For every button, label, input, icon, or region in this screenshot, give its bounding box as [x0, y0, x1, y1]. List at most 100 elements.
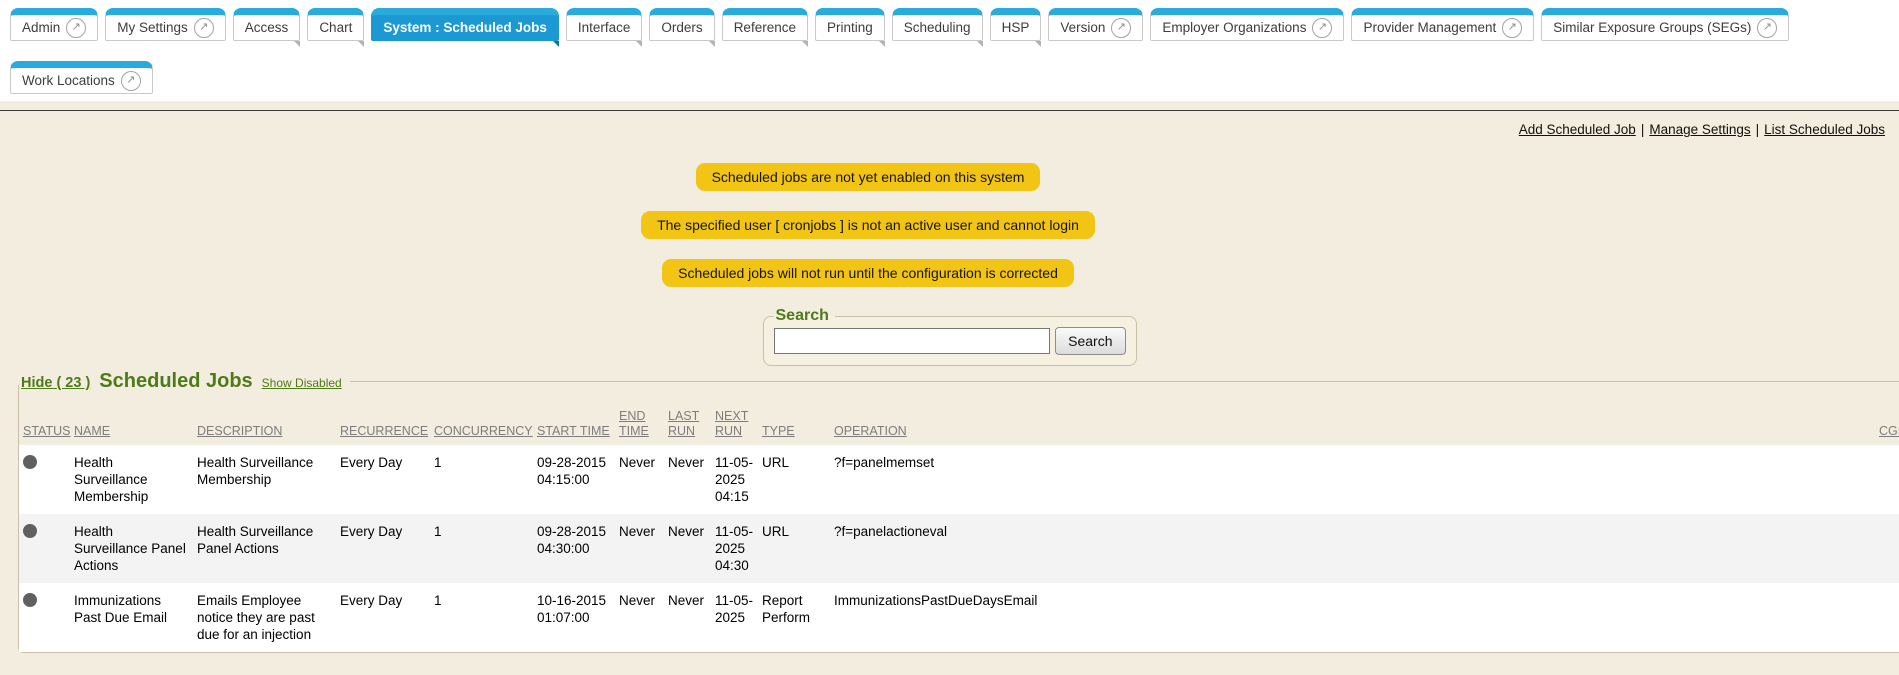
add-scheduled-job-link[interactable]: Add Scheduled Job	[1519, 122, 1636, 137]
tab-access[interactable]: Access	[233, 8, 301, 41]
job-last-run-cell: Never	[668, 514, 715, 583]
popout-icon[interactable]: ↗	[1111, 18, 1131, 38]
job-description-cell: Health Surveillance Panel Actions	[197, 514, 340, 583]
popout-icon[interactable]: ↗	[66, 18, 86, 38]
job-type-cell: Report Perform	[762, 583, 834, 652]
job-name-cell: Immunizations Past Due Email	[74, 583, 197, 652]
tab-label: Orders	[661, 20, 702, 35]
scheduled-jobs-panel: Hide ( 23 ) Scheduled Jobs Show Disabled…	[18, 370, 1899, 653]
column-header-cgi[interactable]: CGI	[1879, 424, 1899, 438]
column-header-operation[interactable]: OPERATION	[834, 424, 907, 438]
tab-work-locations[interactable]: Work Locations ↗	[10, 61, 153, 94]
column-header-type[interactable]: TYPE	[762, 424, 795, 438]
header-divider	[0, 110, 1899, 111]
popout-icon[interactable]: ↗	[121, 71, 141, 91]
job-cgi-cell	[1879, 583, 1899, 652]
tab-version[interactable]: Version ↗	[1048, 8, 1143, 41]
tab-label: HSP	[1002, 20, 1030, 35]
table-header-row: STATUS NAME DESCRIPTION RECURRENCE CONCU…	[19, 395, 1899, 445]
job-recurrence-cell: Every Day	[340, 445, 434, 514]
tab-printing[interactable]: Printing	[815, 8, 885, 41]
job-operation-cell: ImmunizationsPastDueDaysEmail	[834, 583, 1879, 652]
column-header-last-run[interactable]: LAST RUN	[668, 409, 699, 438]
list-scheduled-jobs-link[interactable]: List Scheduled Jobs	[1764, 122, 1885, 137]
job-start-time-cell: 09-28-2015 04:15:00	[537, 445, 619, 514]
tab-chart[interactable]: Chart	[307, 8, 364, 41]
tab-system-scheduled-jobs[interactable]: System : Scheduled Jobs	[371, 8, 559, 41]
job-start-time-cell: 09-28-2015 04:30:00	[537, 514, 619, 583]
tab-employer-organizations[interactable]: Employer Organizations ↗	[1150, 8, 1344, 41]
tab-admin[interactable]: Admin ↗	[10, 8, 98, 41]
main-tab-bar: Admin ↗ My Settings ↗ Access Chart Syste…	[0, 0, 1899, 101]
tab-label: Scheduling	[904, 20, 971, 35]
alert-banner: Scheduled jobs are not yet enabled on th…	[696, 163, 1041, 191]
alert-stack: Scheduled jobs are not yet enabled on th…	[0, 163, 1736, 287]
page-action-links: Add Scheduled Job | Manage Settings | List S…	[0, 122, 1899, 137]
job-next-run-cell: 11-05-2025 04:15	[715, 445, 762, 514]
manage-settings-link[interactable]: Manage Settings	[1649, 122, 1750, 137]
tab-label: Chart	[319, 20, 352, 35]
tab-interface[interactable]: Interface	[566, 8, 643, 41]
tab-orders[interactable]: Orders	[649, 8, 714, 41]
column-header-end-time[interactable]: END TIME	[619, 409, 649, 438]
tab-label: Similar Exposure Groups (SEGs)	[1553, 20, 1751, 35]
table-row: Health Surveillance Panel Actions Health…	[19, 514, 1899, 583]
tab-my-settings[interactable]: My Settings ↗	[105, 8, 226, 41]
popout-icon[interactable]: ↗	[194, 18, 214, 38]
tab-label: Interface	[578, 20, 631, 35]
job-end-time-cell: Never	[619, 514, 668, 583]
job-last-run-cell: Never	[668, 445, 715, 514]
scheduled-jobs-table: STATUS NAME DESCRIPTION RECURRENCE CONCU…	[19, 395, 1899, 652]
tab-label: System : Scheduled Jobs	[383, 20, 547, 35]
job-next-run-cell: 11-05-2025 04:30	[715, 514, 762, 583]
tab-label: Admin	[22, 20, 60, 35]
job-end-time-cell: Never	[619, 445, 668, 514]
link-separator: |	[1756, 122, 1760, 137]
popout-icon[interactable]: ↗	[1502, 18, 1522, 38]
column-header-next-run[interactable]: NEXT RUN	[715, 409, 748, 438]
tab-reference[interactable]: Reference	[722, 8, 808, 41]
job-concurrency-cell: 1	[434, 514, 537, 583]
job-concurrency-cell: 1	[434, 583, 537, 652]
job-name-cell: Health Surveillance Membership	[74, 445, 197, 514]
search-legend: Search	[774, 307, 835, 325]
status-dot	[23, 524, 37, 538]
tab-label: Employer Organizations	[1162, 20, 1306, 35]
tab-hsp[interactable]: HSP	[990, 8, 1042, 41]
search-button[interactable]: Search	[1055, 327, 1125, 355]
column-header-status[interactable]: STATUS	[23, 424, 70, 438]
popout-icon[interactable]: ↗	[1312, 18, 1332, 38]
table-row: Health Surveillance Membership Health Su…	[19, 445, 1899, 514]
job-recurrence-cell: Every Day	[340, 583, 434, 652]
tab-similar-exposure-groups[interactable]: Similar Exposure Groups (SEGs) ↗	[1541, 8, 1789, 41]
job-start-time-cell: 10-16-2015 01:07:00	[537, 583, 619, 652]
job-type-cell: URL	[762, 445, 834, 514]
column-header-concurrency[interactable]: CONCURRENCY	[434, 424, 533, 438]
link-separator: |	[1641, 122, 1645, 137]
status-dot	[23, 593, 37, 607]
job-end-time-cell: Never	[619, 583, 668, 652]
tab-label: Version	[1060, 20, 1105, 35]
alert-banner: The specified user [ cronjobs ] is not a…	[641, 211, 1095, 239]
column-header-description[interactable]: DESCRIPTION	[197, 424, 282, 438]
search-fieldset: Search Search	[763, 307, 1137, 366]
jobs-panel-title: Scheduled Jobs	[99, 370, 252, 393]
job-recurrence-cell: Every Day	[340, 514, 434, 583]
tab-provider-management[interactable]: Provider Management ↗	[1351, 8, 1534, 41]
column-header-name[interactable]: NAME	[74, 424, 110, 438]
job-operation-cell: ?f=panelactioneval	[834, 514, 1879, 583]
column-header-recurrence[interactable]: RECURRENCE	[340, 424, 428, 438]
show-disabled-link[interactable]: Show Disabled	[262, 376, 342, 390]
tab-label: My Settings	[117, 20, 188, 35]
job-description-cell: Emails Employee notice they are past due…	[197, 583, 340, 652]
popout-icon[interactable]: ↗	[1757, 18, 1777, 38]
status-dot	[23, 455, 37, 469]
hide-count-link[interactable]: Hide ( 23 )	[21, 375, 90, 391]
alert-banner: Scheduled jobs will not run until the co…	[662, 259, 1074, 287]
tab-scheduling[interactable]: Scheduling	[892, 8, 983, 41]
job-cgi-cell	[1879, 514, 1899, 583]
search-input[interactable]	[774, 328, 1051, 354]
job-next-run-cell: 11-05-2025	[715, 583, 762, 652]
column-header-start-time[interactable]: START TIME	[537, 424, 610, 438]
job-operation-cell: ?f=panelmemset	[834, 445, 1879, 514]
